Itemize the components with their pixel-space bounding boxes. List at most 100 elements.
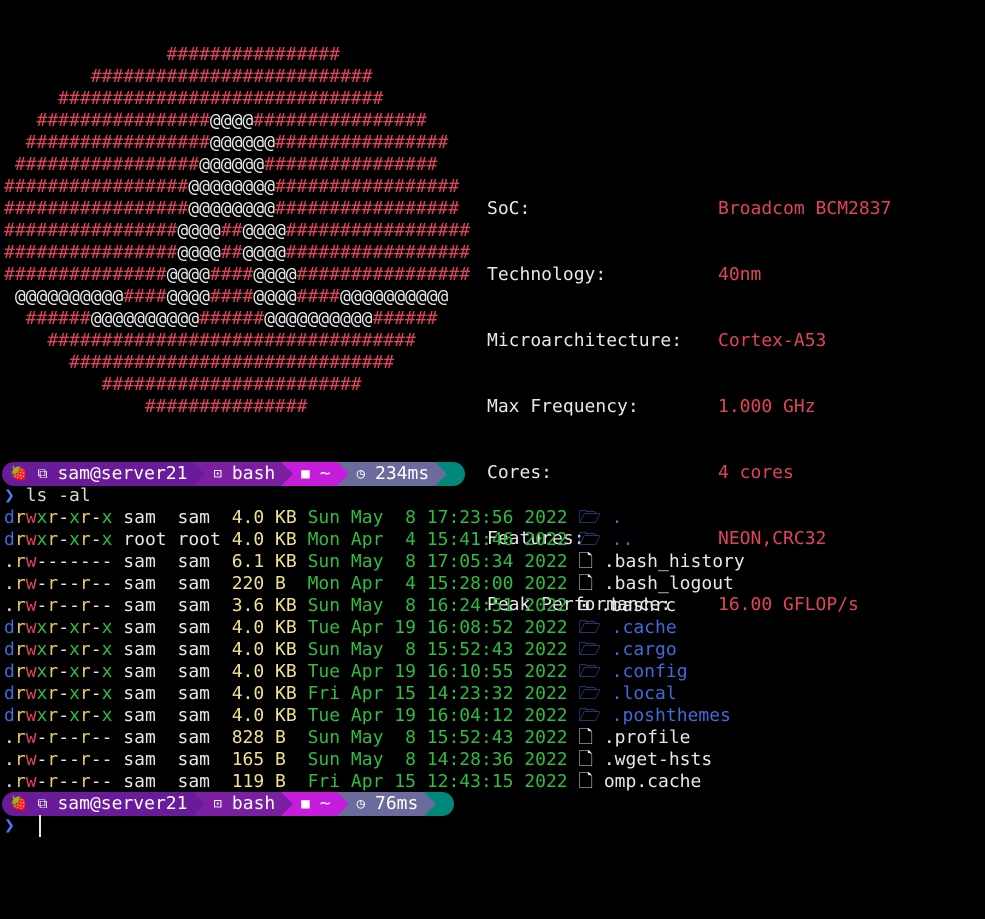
spec-label: Microarchitecture: bbox=[487, 330, 683, 351]
permissions: drwxr-xr-x bbox=[4, 639, 113, 660]
folder-icon: ■ bbox=[301, 796, 310, 812]
file-owner: sam bbox=[123, 705, 167, 726]
file-group: sam bbox=[177, 507, 221, 528]
file-group: sam bbox=[177, 617, 221, 638]
file-name: .. bbox=[611, 529, 634, 550]
file-size: 4.0 KB bbox=[231, 661, 297, 682]
file-icon: 🗋 bbox=[578, 551, 593, 572]
file-group: sam bbox=[177, 551, 221, 572]
permissions: .rw-r--r-- bbox=[4, 595, 113, 616]
logo-line: ############################## bbox=[4, 352, 395, 373]
file-name: .wget-hsts bbox=[603, 749, 713, 770]
spec-value: Broadcom BCM2837 bbox=[718, 198, 892, 219]
file-name: .profile bbox=[603, 727, 691, 748]
logo-line: #################@@@@@@@@###############… bbox=[4, 198, 460, 219]
logo-line: #################@@@@@@@@###############… bbox=[4, 176, 460, 197]
logo-line: ################@@@@##@@@@##############… bbox=[4, 220, 471, 241]
prompt-chevron-icon: ❯ bbox=[4, 485, 15, 506]
prompt-user: sam@server21 bbox=[57, 793, 188, 814]
file-name: . bbox=[611, 507, 623, 528]
folder-icon: 🗁 bbox=[578, 617, 601, 638]
file-size: 4.0 KB bbox=[231, 683, 297, 704]
prompt-end-cap bbox=[447, 462, 466, 486]
permissions: drwxr-xr-x bbox=[4, 683, 113, 704]
permissions: drwxr-xr-x bbox=[4, 705, 113, 726]
prompt-time-segment: ◷ 234ms bbox=[348, 462, 436, 486]
file-size: 220 B bbox=[231, 573, 297, 594]
file-date: Sun May 8 15:52:43 2022 bbox=[307, 639, 568, 660]
logo-line: ################@@@@##@@@@##############… bbox=[4, 242, 471, 263]
file-name: omp.cache bbox=[603, 771, 702, 792]
file-group: sam bbox=[177, 749, 221, 770]
file-group: sam bbox=[177, 727, 221, 748]
raspberry-pi-logo-art: ################ #######################… bbox=[4, 44, 470, 418]
prompt-time-segment: ◷ 76ms bbox=[348, 792, 425, 816]
file-icon: 🗋 bbox=[578, 573, 593, 594]
text-cursor bbox=[38, 815, 41, 837]
listing-row: .rw-r--r-- sam sam 119 B Fri Apr 15 12:4… bbox=[4, 771, 745, 793]
folder-icon: 🗁 bbox=[578, 683, 601, 704]
file-date: Tue Apr 19 16:10:55 2022 bbox=[307, 661, 568, 682]
file-size: 165 B bbox=[231, 749, 297, 770]
file-owner: sam bbox=[123, 617, 167, 638]
file-date: Sun May 8 17:05:34 2022 bbox=[307, 551, 568, 572]
spec-row-microarchitecture: Microarchitecture: Cortex-A53 bbox=[487, 330, 891, 352]
prompt-end-cap bbox=[436, 792, 455, 816]
file-owner: sam bbox=[123, 727, 167, 748]
timer-icon: ◷ bbox=[356, 796, 365, 812]
spec-value: 4 cores bbox=[718, 462, 794, 483]
file-group: sam bbox=[177, 771, 221, 792]
file-group: sam bbox=[177, 661, 221, 682]
permissions: .rw-r--r-- bbox=[4, 771, 113, 792]
file-date: Sun May 8 16:24:51 2022 bbox=[307, 595, 568, 616]
folder-icon: 🗁 bbox=[578, 661, 601, 682]
terminal-icon: ⊡ bbox=[213, 466, 222, 482]
prompt-shell-segment: ⊡ bash bbox=[205, 792, 282, 816]
segment-separator bbox=[336, 792, 349, 816]
directory-listing: drwxr-xr-x sam sam 4.0 KB Sun May 8 17:2… bbox=[4, 507, 745, 793]
prompt-path-segment: ■ ~ bbox=[293, 462, 337, 486]
file-size: 828 B bbox=[231, 727, 297, 748]
file-date: Tue Apr 19 16:04:12 2022 bbox=[307, 705, 568, 726]
file-owner: sam bbox=[123, 749, 167, 770]
file-group: sam bbox=[177, 573, 221, 594]
file-date: Fri Apr 15 12:43:15 2022 bbox=[307, 771, 568, 792]
network-icon: ⧉ bbox=[37, 796, 48, 812]
folder-icon: 🗁 bbox=[578, 639, 601, 660]
file-icon: 🗋 bbox=[578, 727, 593, 748]
prompt-user: sam@server21 bbox=[57, 463, 188, 484]
file-name: .cache bbox=[611, 617, 677, 638]
prompt-chevron-icon: ❯ bbox=[4, 815, 15, 836]
logo-line: ############### bbox=[4, 396, 308, 417]
listing-row: drwxr-xr-x sam sam 4.0 KB Sun May 8 17:2… bbox=[4, 507, 745, 529]
prompt-shell: bash bbox=[231, 793, 276, 814]
file-owner: sam bbox=[123, 771, 167, 792]
logo-line: @@@@@@@@@@####@@@@####@@@@####@@@@@@@@@@ bbox=[4, 286, 449, 307]
file-group: sam bbox=[177, 683, 221, 704]
file-size: 6.1 KB bbox=[231, 551, 297, 572]
prompt-bar: 🍓 ⧉ sam@server21 ⊡ bash ■ ~ ◷ 234ms bbox=[2, 462, 466, 486]
timer-icon: ◷ bbox=[356, 466, 365, 482]
logo-line: ########################## bbox=[4, 66, 373, 87]
spec-row-cores: Cores: 4 cores bbox=[487, 462, 891, 484]
logo-line: ################################## bbox=[4, 330, 416, 351]
logo-line: ############################## bbox=[4, 88, 384, 109]
file-owner: sam bbox=[123, 661, 167, 682]
permissions: .rw-r--r-- bbox=[4, 727, 113, 748]
prompt-shell: bash bbox=[231, 463, 276, 484]
prompt-path: ~ bbox=[319, 463, 331, 484]
file-owner: sam bbox=[123, 507, 167, 528]
spec-row-max-frequency: Max Frequency: 1.000 GHz bbox=[487, 396, 891, 418]
logo-line: ################ bbox=[4, 44, 340, 65]
file-name: .cargo bbox=[611, 639, 677, 660]
terminal-icon: ⊡ bbox=[578, 595, 590, 616]
segment-separator bbox=[435, 462, 448, 486]
command-line: ❯ ls -al bbox=[4, 485, 91, 507]
command-input-line[interactable]: ❯ bbox=[4, 815, 41, 837]
file-size: 4.0 KB bbox=[231, 529, 297, 550]
segment-separator bbox=[424, 792, 437, 816]
spec-value: Cortex-A53 bbox=[718, 330, 827, 351]
file-size: 4.0 KB bbox=[231, 639, 297, 660]
file-date: Mon Apr 4 15:28:00 2022 bbox=[307, 573, 568, 594]
file-date: Fri Apr 15 14:23:32 2022 bbox=[307, 683, 568, 704]
